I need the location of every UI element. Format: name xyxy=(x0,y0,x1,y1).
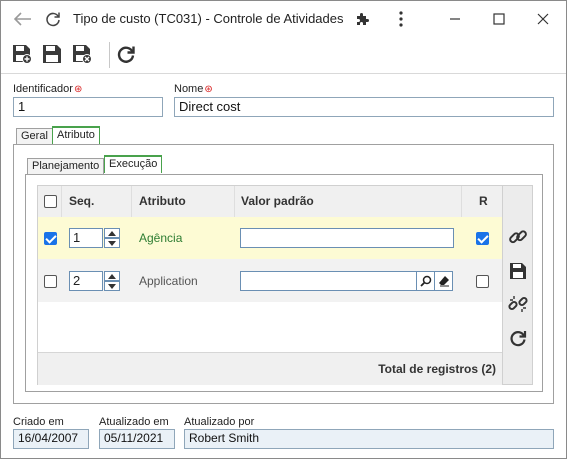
reload-icon xyxy=(510,331,527,347)
toolbar-separator xyxy=(109,42,110,68)
select-all-checkbox[interactable] xyxy=(44,195,57,208)
save-button[interactable] xyxy=(39,42,65,66)
atualizado-por-field: Robert Smith xyxy=(184,429,554,449)
dialog-window: Tipo de custo (TC031) - Controle de Ativ… xyxy=(0,0,567,459)
criado-em-label: Criado em xyxy=(13,416,64,428)
table-row[interactable]: 2 Application xyxy=(38,260,502,302)
required-icon: ⊛ xyxy=(73,84,83,95)
valor-padrao-input[interactable] xyxy=(240,228,454,248)
clear-eraser-icon[interactable] xyxy=(435,271,453,291)
window-title: Tipo de custo (TC031) - Controle de Ativ… xyxy=(73,11,344,26)
tab-atributo[interactable]: Atributo xyxy=(52,126,100,144)
unlink-button[interactable] xyxy=(507,293,529,315)
grid-side-toolbar xyxy=(503,185,533,385)
save-button[interactable] xyxy=(507,260,529,282)
atualizado-em-field: 05/11/2021 xyxy=(99,429,175,449)
grid-header: Seq. Atributo Valor padrão R xyxy=(38,186,502,218)
tab-geral[interactable]: Geral xyxy=(16,128,53,144)
col-r[interactable]: R xyxy=(479,186,488,217)
seq-stepper[interactable]: 2 xyxy=(69,271,120,291)
seq-input[interactable]: 2 xyxy=(69,271,103,291)
maximize-icon[interactable] xyxy=(489,9,509,29)
link-icon xyxy=(509,230,527,244)
decrement-icon[interactable] xyxy=(104,281,120,291)
tab-planejamento[interactable]: Planejamento xyxy=(27,158,105,174)
reload-button[interactable] xyxy=(113,42,139,66)
seq-input[interactable]: 1 xyxy=(69,228,103,248)
atualizado-em-label: Atualizado em xyxy=(99,416,169,428)
atributo-cell: Application xyxy=(139,274,198,288)
back-arrow-icon[interactable] xyxy=(13,9,33,29)
decrement-icon[interactable] xyxy=(104,238,120,248)
table-row[interactable]: 1 Agência xyxy=(38,217,502,259)
increment-icon[interactable] xyxy=(104,271,120,281)
refresh-icon[interactable] xyxy=(43,9,63,29)
save-new-icon xyxy=(13,45,32,64)
valor-padrao-input[interactable] xyxy=(240,271,417,291)
grid-footer: Total de registros (2) xyxy=(38,352,502,385)
increment-icon[interactable] xyxy=(104,228,120,238)
save-close-button[interactable] xyxy=(69,42,95,66)
close-icon[interactable] xyxy=(533,9,553,29)
save-icon xyxy=(43,45,61,63)
reload-button[interactable] xyxy=(507,327,529,349)
search-icon[interactable] xyxy=(417,271,435,291)
row-select-checkbox[interactable] xyxy=(44,274,57,288)
reload-icon xyxy=(117,46,135,63)
row-select-checkbox[interactable] xyxy=(44,231,57,245)
save-icon xyxy=(510,263,526,279)
col-valor-padrao[interactable]: Valor padrão xyxy=(241,186,314,217)
grid-empty-area xyxy=(38,302,502,352)
more-options-icon[interactable] xyxy=(391,9,411,29)
identificador-label: Identificador⊛ xyxy=(13,83,83,95)
r-checkbox[interactable] xyxy=(476,231,489,245)
link-button[interactable] xyxy=(507,226,529,248)
title-bar: Tipo de custo (TC031) - Controle de Ativ… xyxy=(1,1,566,36)
attribute-grid: Seq. Atributo Valor padrão R 1 Agência 2… xyxy=(37,185,503,385)
extension-puzzle-icon[interactable] xyxy=(353,9,373,29)
identificador-field[interactable]: 1 xyxy=(13,97,163,117)
col-seq[interactable]: Seq. xyxy=(69,186,94,217)
save-new-button[interactable] xyxy=(9,42,35,66)
tab-execucao[interactable]: Execução xyxy=(104,155,163,173)
required-icon: ⊛ xyxy=(204,84,213,95)
total-records: Total de registros (2) xyxy=(378,362,496,376)
unlink-icon xyxy=(508,296,528,312)
r-checkbox[interactable] xyxy=(476,274,489,288)
save-close-icon xyxy=(73,45,92,64)
nome-field[interactable]: Direct cost xyxy=(174,97,554,117)
toolbar-divider xyxy=(1,73,566,74)
toolbar xyxy=(1,36,566,72)
minimize-icon[interactable] xyxy=(445,9,465,29)
atributo-cell: Agência xyxy=(139,231,183,245)
seq-stepper[interactable]: 1 xyxy=(69,228,120,248)
nome-label: Nome⊛ xyxy=(174,83,213,95)
atualizado-por-label: Atualizado por xyxy=(184,416,255,428)
col-atributo[interactable]: Atributo xyxy=(139,186,186,217)
criado-em-field: 16/04/2007 xyxy=(13,429,89,449)
